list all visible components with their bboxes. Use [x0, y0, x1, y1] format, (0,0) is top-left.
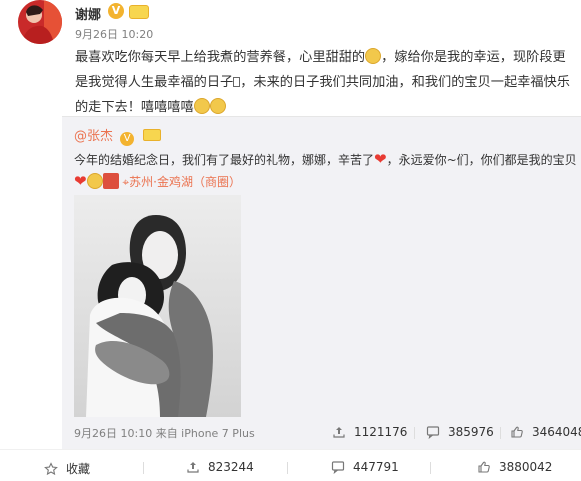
avatar-image [18, 0, 62, 44]
repost-verified-v-icon: V [120, 132, 135, 146]
repost-share-count: 1121176 [354, 425, 408, 439]
repost-stat-divider-2 [500, 427, 501, 439]
repost-panel: @张杰 V 今年的结婚纪念日，我们有了最好的礼物，娜娜，辛苦了❤，永远爱你~们，… [62, 116, 581, 449]
vip-crown-icon [129, 5, 149, 19]
repost-author-line: @张杰 V [74, 125, 162, 146]
favorite-button[interactable]: 收藏 [44, 460, 90, 477]
location-link[interactable]: 苏州·金鸡湖（商圈） [129, 175, 241, 189]
post-header: 谢娜 V 9月26日 10:20 [0, 0, 581, 46]
repost-button[interactable]: 823244 [186, 460, 254, 474]
happy-emoji-icon [86, 173, 103, 189]
thumb-up-icon [511, 426, 523, 438]
repost-author-name[interactable]: @张杰 [74, 129, 113, 144]
repost-share-stat[interactable]: 1121176 [332, 425, 407, 439]
repost-comment-count: 385976 [448, 425, 494, 439]
thumb-up-icon [478, 461, 490, 473]
post-timestamp[interactable]: 9月26日 10:20 [75, 26, 153, 42]
weibo-post-page: 谢娜 V 9月26日 10:20 最喜欢吃你每天早上给我煮的营养餐，心里甜甜的，… [0, 0, 581, 481]
repost-comment-stat[interactable]: 385976 [426, 425, 494, 439]
comment-count: 447791 [353, 460, 399, 474]
repost-text-part-1: 今年的结婚纪念日，我们有了最好的礼物，娜娜，辛苦了 [74, 153, 375, 167]
action-divider-3 [430, 462, 431, 474]
repost-text: 今年的结婚纪念日，我们有了最好的礼物，娜娜，辛苦了❤，永远爱你~们，你们都是我的… [74, 149, 579, 193]
action-divider-2 [287, 462, 288, 474]
repost-stat-divider [414, 427, 415, 439]
heart-icon: ❤ [374, 150, 387, 168]
laughing-emoji-icon-2 [209, 98, 226, 114]
couple-photo-illustration [74, 195, 241, 417]
repost-text-part-2: ，永远爱你~们，你们都是我的宝贝 [386, 153, 577, 167]
repost-icon [333, 427, 345, 438]
verified-v-icon: V [108, 3, 124, 19]
post-photo[interactable] [74, 195, 241, 417]
repost-icon [187, 462, 199, 473]
repost-count: 823244 [208, 460, 254, 474]
repost-meta[interactable]: 9月26日 10:10 来自 iPhone 7 Plus [74, 425, 255, 441]
action-divider-1 [143, 462, 144, 474]
like-count: 3880042 [499, 460, 553, 474]
star-icon [44, 462, 58, 476]
repost-like-count: 3464048 [532, 425, 581, 439]
repost-like-stat[interactable]: 3464048 [510, 425, 581, 439]
comment-button[interactable]: 447791 [331, 460, 399, 474]
laughing-emoji-icon [193, 98, 210, 114]
smile-emoji-icon [365, 48, 382, 64]
favorite-label: 收藏 [66, 462, 91, 476]
post-text-part-1: 最喜欢吃你每天早上给我煮的营养餐，心里甜甜的 [75, 50, 366, 65]
post-text: 最喜欢吃你每天早上给我煮的营养餐，心里甜甜的 ，嫁给你是我的幸运，现阶段更是我觉得… [75, 45, 570, 120]
author-name[interactable]: 谢娜 [75, 4, 101, 23]
comment-icon [426, 426, 440, 439]
avatar[interactable] [18, 0, 62, 44]
heart-icon-2: ❤ [74, 172, 87, 190]
post-action-bar: 收藏 823244 447791 3880042 [0, 449, 581, 481]
gift-icon [102, 173, 119, 189]
like-button[interactable]: 3880042 [477, 460, 552, 474]
repost-vip-icon [143, 129, 162, 141]
comment-icon [331, 461, 345, 474]
